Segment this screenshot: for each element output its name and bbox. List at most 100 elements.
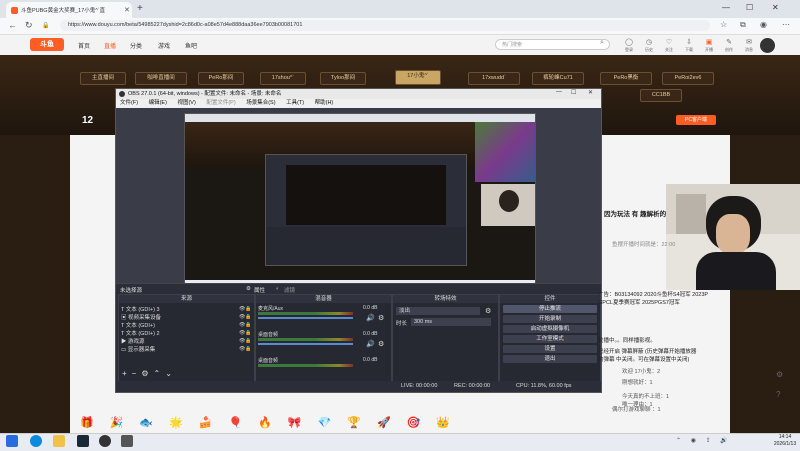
filters-button[interactable]: 滤镜 — [284, 286, 295, 294]
create-icon[interactable]: ✎ — [720, 38, 738, 46]
source-item[interactable]: ▣ 视频采集设备 — [121, 313, 161, 321]
profile-icon[interactable]: ◉ — [760, 20, 767, 29]
room-tab[interactable]: PeRoi2ev6 — [662, 72, 714, 85]
search-icon[interactable]: ⌕ — [600, 39, 604, 47]
filters-icon[interactable]: ◐ — [276, 286, 279, 292]
source-item[interactable]: ▶ 游戏源 — [121, 337, 145, 345]
message-icon[interactable]: ✉ — [740, 38, 758, 46]
menu-profile[interactable]: 配置文件(P) — [206, 100, 235, 106]
gear-icon[interactable]: ⚙ — [246, 286, 251, 292]
room-tab[interactable]: 17shou^` — [260, 72, 306, 85]
room-tab-active[interactable]: 17小鬼^` — [395, 70, 441, 85]
header-label: 下载 — [685, 47, 693, 52]
system-tray-icons[interactable]: ⌃ ◉ ⇪ 🔊 — [676, 437, 732, 444]
nav-fishbar[interactable]: 鱼吧 — [185, 41, 197, 50]
extensions-icon[interactable]: ⧉ — [740, 20, 746, 30]
room-tab[interactable]: Tyloo那间 — [320, 72, 366, 85]
app-taskbar-icon[interactable] — [121, 435, 133, 447]
nav-category[interactable]: 分类 — [130, 41, 142, 50]
history-icon[interactable]: ◷ — [640, 38, 658, 46]
start-windows-icon[interactable] — [6, 435, 18, 447]
source-item[interactable]: ▭ 显示器采集 — [121, 345, 155, 353]
menu-file[interactable]: 文件(F) — [120, 100, 138, 106]
browser-tab[interactable]: 斗鱼PUBG黄金大奖赛_17小鬼^`直 ✕ — [6, 2, 132, 18]
minimize-icon[interactable]: — — [722, 3, 730, 12]
obs-close-icon[interactable]: ✕ — [588, 89, 593, 96]
settings-button[interactable]: 设置 — [503, 345, 597, 353]
menu-icon[interactable]: ⋯ — [782, 20, 790, 29]
taskbar-clock[interactable]: 14:14 2026/1/13 — [770, 434, 800, 448]
volume-slider[interactable] — [258, 343, 353, 345]
follow-icon[interactable]: ♡ — [660, 38, 678, 46]
webcam-overlay — [666, 184, 800, 290]
download-icon[interactable]: ⇩ — [680, 38, 698, 46]
menu-view[interactable]: 视图(V) — [177, 100, 195, 106]
star-icon[interactable]: ☆ — [720, 20, 727, 29]
pc-client-badge[interactable]: PC客户端 — [676, 115, 716, 125]
source-toolbar-icons[interactable]: +−⚙⌃⌄ — [122, 369, 177, 378]
webcam-person-body — [696, 252, 776, 290]
stop-streaming-button[interactable]: 停止推流 — [503, 305, 597, 313]
webcam-person-face — [716, 214, 750, 254]
speaker-icon[interactable]: 🔊 — [366, 314, 375, 322]
room-tab[interactable]: 咖啡直播间 — [135, 72, 187, 85]
speaker-icon[interactable]: 🔊 — [366, 340, 375, 348]
settings-gear-icon[interactable]: ⚙ — [776, 370, 783, 379]
volume-slider[interactable] — [258, 317, 353, 319]
douyu-logo[interactable]: 斗鱼 — [30, 38, 64, 51]
url-input[interactable]: https://www.douyu.com/beta/54985227dyshi… — [60, 20, 710, 31]
close-tab-icon[interactable]: ✕ — [124, 6, 130, 14]
obs-menu-bar: 文件(F) 编辑(E) 视图(V) 配置文件(P) 场景集合(S) 工具(T) … — [116, 99, 601, 108]
header-label: 消息 — [745, 47, 753, 52]
room-tab[interactable]: PeRo那间 — [198, 72, 244, 85]
virtual-camera-button[interactable]: 启动虚拟摄像机 — [503, 325, 597, 333]
nav-live[interactable]: 直播 — [104, 41, 116, 50]
room-tab[interactable]: PeRo黑衡 — [600, 72, 652, 85]
go-live-icon[interactable]: ▣ — [700, 38, 718, 46]
volume-meter — [258, 312, 353, 315]
close-window-icon[interactable]: ✕ — [772, 3, 779, 12]
room-tab[interactable]: 17xwudd` — [468, 72, 520, 85]
search-input[interactable]: 热门搜索 — [495, 39, 610, 50]
refresh-icon[interactable]: ↻ — [25, 20, 33, 31]
new-tab-button[interactable]: + — [137, 3, 143, 14]
room-tab[interactable]: CC1BB — [640, 89, 682, 102]
menu-tools[interactable]: 工具(T) — [286, 100, 304, 106]
nested-browser-bar — [185, 114, 535, 122]
source-item[interactable]: T 文本 (GDI+) 2 — [121, 329, 160, 337]
duration-input[interactable]: 300 ms — [411, 318, 491, 326]
menu-help[interactable]: 帮助(H) — [315, 100, 334, 106]
start-recording-button[interactable]: 开始录制 — [503, 315, 597, 323]
exit-button[interactable]: 退出 — [503, 355, 597, 363]
mixer-dock-title: 混音器 — [256, 295, 391, 303]
obs-minimize-icon[interactable]: — — [556, 89, 562, 95]
room-tab[interactable]: 裤轮峰Cu71 — [532, 72, 584, 85]
help-icon[interactable]: ? — [776, 390, 780, 399]
menu-scene-collection[interactable]: 场景集合(S) — [246, 100, 275, 106]
menu-edit[interactable]: 编辑(E) — [149, 100, 167, 106]
source-item[interactable]: T 文本 (GDI+) 3 — [121, 305, 160, 313]
volume-meter — [258, 338, 353, 341]
edge-browser-icon[interactable] — [30, 435, 42, 447]
gear-icon[interactable]: ⚙ — [378, 314, 384, 322]
properties-button[interactable]: 属性 — [254, 286, 265, 294]
avatar[interactable] — [760, 38, 775, 53]
gear-icon[interactable]: ⚙ — [378, 340, 384, 348]
back-icon[interactable]: ← — [8, 20, 17, 30]
login-icon[interactable]: ◯ — [620, 38, 638, 46]
nav-home[interactable]: 首页 — [78, 41, 90, 50]
file-explorer-icon[interactable] — [53, 435, 65, 447]
room-tab[interactable]: 主直播间 — [80, 72, 126, 85]
studio-mode-button[interactable]: 工作室模式 — [503, 335, 597, 343]
obs-taskbar-icon[interactable] — [99, 435, 111, 447]
source-item[interactable]: T 文本 (GDI+) — [121, 321, 155, 329]
steam-icon[interactable] — [77, 435, 89, 447]
visibility-lock-icons[interactable]: 👁🔒 👁🔒 👁🔒 👁🔒 👁🔒 👁🔒 — [239, 305, 252, 353]
maximize-icon[interactable]: ☐ — [746, 3, 753, 12]
nav-games[interactable]: 游戏 — [158, 41, 170, 50]
obs-maximize-icon[interactable]: ☐ — [571, 89, 576, 96]
transition-select[interactable]: 淡出 — [396, 307, 480, 315]
gift-icons[interactable]: 🎁🎉🐟🌟🍰🎈🔥🎀💎🏆🚀🎯👑 — [80, 416, 466, 429]
obs-preview[interactable] — [116, 108, 601, 289]
gear-icon[interactable]: ⚙ — [485, 307, 491, 315]
